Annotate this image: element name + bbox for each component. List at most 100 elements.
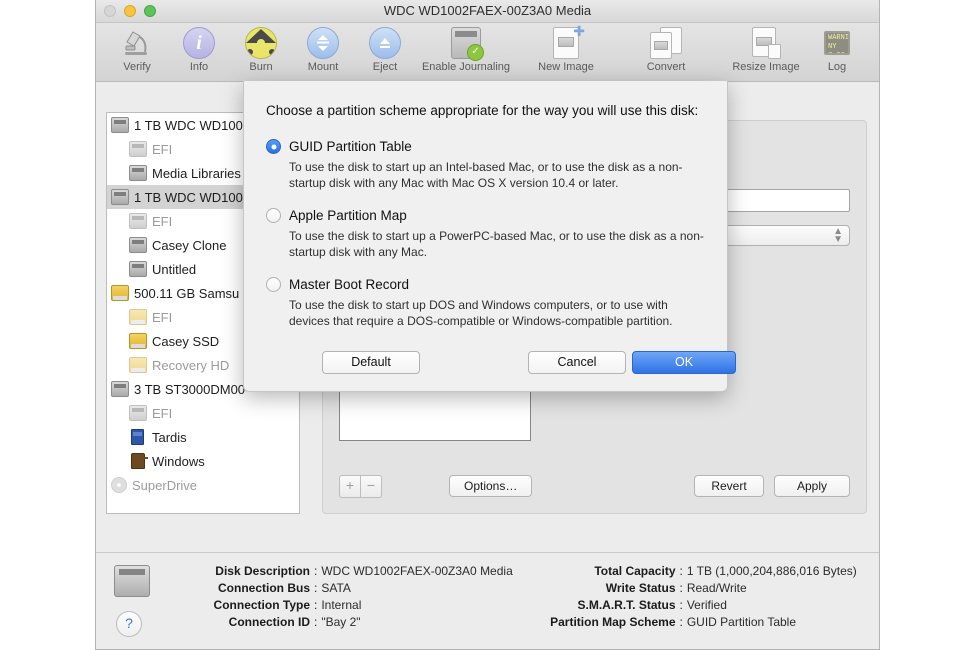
disk-list-item-label: EFI: [152, 309, 173, 325]
disk-info-row: Connection ID: "Bay 2": [158, 614, 514, 631]
disk-info-key: Connection ID: [228, 615, 310, 629]
disk-info-key: S.M.A.R.T. Status: [577, 598, 676, 612]
option-header[interactable]: Master Boot Record: [266, 276, 705, 293]
radio-button[interactable]: [266, 208, 281, 223]
disk-list-item-label: 3 TB ST3000DM00: [134, 381, 246, 397]
mount-disk-icon: [307, 26, 339, 60]
disk-list-item[interactable]: Tardis: [107, 425, 299, 449]
help-button[interactable]: ?: [116, 611, 142, 637]
sheet-buttons: Default Cancel OK: [266, 351, 736, 375]
disk-list-item-label: EFI: [152, 213, 173, 229]
disk-icon: [114, 565, 150, 597]
disk-info-right-column: Total Capacity:1 TB (1,000,204,886,016 B…: [514, 563, 870, 631]
disk-info-value: GUID Partition Table: [686, 615, 797, 629]
toolbar-label-resize-image: Resize Image: [732, 61, 800, 73]
toolbar-label-mount: Mount: [307, 61, 339, 73]
hard-disk-icon: [129, 141, 147, 157]
tardis-icon: [131, 429, 144, 445]
disk-list-item-label: Casey Clone: [152, 237, 227, 253]
disk-list-item-label: 500.11 GB Samsu: [134, 285, 240, 301]
disk-list-item[interactable]: EFI: [107, 401, 299, 425]
hard-disk-icon: [111, 117, 129, 133]
toolbar-button-eject[interactable]: Eject: [354, 23, 416, 73]
default-button[interactable]: Default: [322, 351, 420, 374]
partition-scheme-option[interactable]: Apple Partition Map To use the disk to st…: [266, 207, 705, 260]
disk-info-row: Partition Map Scheme: GUID Partition Tabl…: [514, 614, 870, 631]
disk-utility-window: WDC WD1002FAEX-00Z3A0 Media Verify i Inf…: [95, 0, 880, 650]
options-button[interactable]: Options…: [449, 475, 533, 497]
disk-list-item[interactable]: SuperDrive: [107, 473, 299, 497]
disk-info-row: Connection Bus: SATA: [158, 580, 514, 597]
disk-info-value: 1 TB (1,000,204,886,016 Bytes): [686, 564, 857, 578]
hard-disk-icon: [129, 165, 147, 181]
disk-info-row: Disk Description: WDC WD1002FAEX-00Z3A0 M…: [158, 563, 514, 580]
toolbar-button-verify[interactable]: Verify: [106, 23, 168, 73]
remove-partition-button[interactable]: −: [361, 475, 382, 498]
add-partition-button[interactable]: +: [339, 475, 361, 498]
disk-info-separator: :: [314, 598, 318, 612]
screen: WDC WD1002FAEX-00Z3A0 Media Verify i Inf…: [0, 0, 975, 650]
radio-button[interactable]: [266, 277, 281, 292]
disk-info-row: Connection Type: Internal: [158, 597, 514, 614]
revert-button[interactable]: Revert: [694, 475, 764, 497]
option-header[interactable]: GUID Partition Table: [266, 138, 705, 155]
disk-info-separator: :: [314, 564, 318, 578]
option-label: Master Boot Record: [289, 277, 410, 292]
disk-info-row: Write Status: Read/Write: [514, 580, 870, 597]
window-titlebar: WDC WD1002FAEX-00Z3A0 Media: [96, 0, 879, 23]
disk-list-item-label: EFI: [152, 405, 173, 421]
microscope-icon: [123, 26, 151, 60]
toolbar-button-enable-journaling[interactable]: ✓ Enable Journaling: [416, 23, 516, 73]
disk-info-separator: :: [679, 564, 683, 578]
partition-add-remove: + −: [339, 475, 382, 498]
disk-list-item-label: 1 TB WDC WD100: [134, 189, 243, 205]
option-header[interactable]: Apple Partition Map: [266, 207, 705, 224]
ok-button[interactable]: OK: [632, 351, 736, 374]
disk-list-item-label: Media Libraries: [152, 165, 241, 181]
disk-info-key: Connection Bus: [218, 581, 310, 595]
toolbar: Verify i Info Burn Mount Eject ✓ Enable …: [96, 23, 879, 82]
toolbar-button-new-image[interactable]: ✚ New Image: [516, 23, 616, 73]
disk-info-value: Internal: [321, 598, 362, 612]
partition-scheme-sheet: Choose a partition scheme appropriate fo…: [243, 81, 736, 392]
radiation-burn-icon: [245, 26, 277, 60]
disk-list-item-label: 1 TB WDC WD100: [134, 117, 243, 133]
new-image-icon: ✚: [553, 24, 585, 60]
convert-icon: [650, 26, 682, 60]
disk-info-value: Verified: [686, 598, 727, 612]
disk-list-item-label: Casey SSD: [152, 333, 220, 349]
option-label: GUID Partition Table: [289, 139, 412, 154]
journaling-disk-icon: ✓: [451, 26, 484, 61]
disk-list-item-label: Untitled: [152, 261, 197, 277]
eject-icon: [369, 26, 401, 60]
partition-scheme-option[interactable]: Master Boot Record To use the disk to sta…: [266, 276, 705, 329]
disk-info-row: S.M.A.R.T. Status: Verified: [514, 597, 870, 614]
disk-info-value: WDC WD1002FAEX-00Z3A0 Media: [321, 564, 513, 578]
disk-list-item-label: Windows: [152, 453, 205, 469]
toolbar-button-burn[interactable]: Burn: [230, 23, 292, 73]
partition-scheme-option[interactable]: GUID Partition Table To use the disk to s…: [266, 138, 705, 191]
disk-info-key: Total Capacity: [594, 564, 676, 578]
option-description: To use the disk to start up an Intel-bas…: [289, 160, 683, 190]
disk-info-separator: :: [679, 581, 683, 595]
toolbar-label-convert: Convert: [646, 61, 686, 73]
apply-button[interactable]: Apply: [774, 475, 850, 497]
hard-disk-icon: [111, 381, 129, 397]
disk-info-key: Write Status: [605, 581, 676, 595]
ssd-volume-icon: [129, 357, 147, 373]
toolbar-button-convert[interactable]: Convert: [616, 23, 716, 73]
hard-disk-icon: [129, 405, 147, 421]
toolbar-items: Verify i Info Burn Mount Eject ✓ Enable …: [106, 23, 816, 81]
toolbar-label-new-image: New Image: [538, 61, 594, 73]
radio-button[interactable]: [266, 139, 281, 154]
toolbar-label-eject: Eject: [372, 61, 398, 73]
toolbar-button-log[interactable]: WARNI NY 7:36 Log: [807, 23, 867, 73]
disk-info-left-column: Disk Description: WDC WD1002FAEX-00Z3A0 M…: [158, 563, 514, 631]
toolbar-button-resize-image[interactable]: Resize Image: [716, 23, 816, 73]
disk-list-item[interactable]: Windows: [107, 449, 299, 473]
cancel-button[interactable]: Cancel: [528, 351, 626, 374]
toolbar-button-info[interactable]: i Info: [168, 23, 230, 73]
disk-list-item-label: Recovery HD: [152, 357, 230, 373]
toolbar-button-mount[interactable]: Mount: [292, 23, 354, 73]
info-icon: i: [183, 26, 215, 60]
